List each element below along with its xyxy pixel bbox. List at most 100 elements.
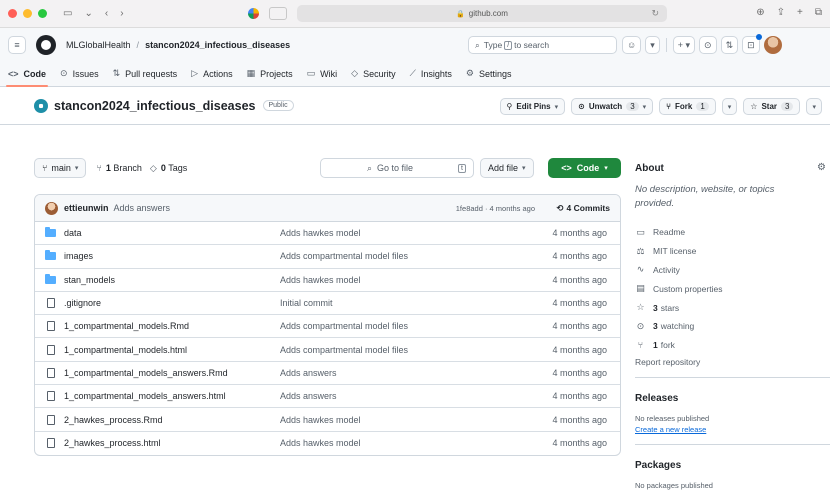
- tab-insights[interactable]: ⟋ Insights: [410, 68, 452, 86]
- add-file-button[interactable]: Add file ▾: [480, 158, 534, 178]
- issues-button[interactable]: ⊙: [699, 36, 717, 54]
- inbox-button[interactable]: ⊡: [742, 34, 762, 54]
- activity-link[interactable]: ∿ Activity: [635, 261, 830, 280]
- edit-pins-button[interactable]: ⚲ Edit Pins ▾: [499, 98, 566, 115]
- tab-security[interactable]: ◇ Security: [351, 68, 395, 86]
- license-link[interactable]: ⚖ MIT license: [635, 242, 830, 261]
- commit-author-avatar[interactable]: [45, 201, 58, 215]
- file-commit-message[interactable]: Adds answers: [280, 391, 337, 401]
- commit-hash[interactable]: 1fe8add · 4 months ago: [456, 204, 535, 213]
- copilot-menu-button[interactable]: ▾: [645, 36, 660, 54]
- search-shortcut-key: /: [504, 40, 513, 50]
- new-tab-icon[interactable]: +: [797, 7, 803, 18]
- go-to-file-input[interactable]: ⌕ Go to file t: [320, 158, 474, 178]
- releases-heading[interactable]: Releases: [635, 388, 830, 410]
- share-icon[interactable]: ⇪: [777, 7, 785, 18]
- file-name[interactable]: .gitignore: [64, 298, 101, 308]
- watchers-link[interactable]: ⊙ 3 watching: [635, 317, 830, 336]
- search-icon: ⌕: [475, 39, 480, 50]
- table-row[interactable]: 2_hawkes_process.Rmd Adds hawkes model 4 m…: [35, 408, 620, 432]
- file-name[interactable]: 1_compartmental_models_answers.Rmd: [64, 368, 228, 378]
- table-row[interactable]: 2_hawkes_process.html Adds hawkes model 4 …: [35, 432, 620, 455]
- tab-group-icon[interactable]: [269, 7, 287, 20]
- file-name[interactable]: stan_models: [64, 275, 115, 285]
- pull-requests-button[interactable]: ⇅: [720, 36, 739, 54]
- custom-properties-link[interactable]: ▤ Custom properties: [635, 279, 830, 298]
- table-row[interactable]: data Adds hawkes model 4 months ago: [35, 222, 620, 246]
- create-new-button[interactable]: + ▾: [672, 36, 696, 54]
- owner-link[interactable]: MLGlobalHealth: [66, 40, 131, 50]
- gear-icon[interactable]: ⚙: [817, 162, 826, 173]
- table-row[interactable]: 1_compartmental_models_answers.Rmd Adds a…: [35, 362, 620, 386]
- report-repository-link[interactable]: Report repository: [635, 357, 830, 367]
- gear-icon: ⚙: [465, 68, 474, 78]
- fork-menu-button[interactable]: ▾: [721, 98, 738, 115]
- forks-link[interactable]: ⑂ 1 fork: [635, 336, 830, 355]
- packages-heading[interactable]: Packages: [635, 455, 830, 477]
- fork-button[interactable]: ⑂ Fork 1: [659, 98, 716, 115]
- tab-projects[interactable]: ▦ Projects: [247, 68, 293, 86]
- address-bar[interactable]: 🔒 github.com ↻: [297, 5, 667, 22]
- menu-icon[interactable]: ≡: [8, 36, 26, 54]
- table-row[interactable]: stan_models Adds hawkes model 4 months ago: [35, 269, 620, 292]
- tab-wiki[interactable]: ▭ Wiki: [307, 68, 338, 86]
- commit-count-link[interactable]: ⟲ 4 Commits: [556, 203, 610, 214]
- zoom-window-button[interactable]: [38, 9, 47, 18]
- commit-author[interactable]: ettieunwin: [64, 203, 109, 213]
- tab-issues[interactable]: ⊙ Issues: [60, 68, 99, 86]
- readme-link[interactable]: ▭ Readme: [635, 223, 830, 242]
- code-button[interactable]: <> Code ▾: [548, 158, 621, 178]
- close-window-button[interactable]: [8, 9, 17, 18]
- file-name[interactable]: 1_compartmental_models.html: [64, 345, 187, 355]
- search-input[interactable]: ⌕ Type / to search: [468, 36, 617, 54]
- tab-code[interactable]: <> Code: [5, 69, 49, 87]
- back-icon[interactable]: ‹: [105, 8, 108, 19]
- star-menu-button[interactable]: ▾: [806, 98, 822, 115]
- file-name[interactable]: images: [64, 251, 93, 261]
- file-commit-message[interactable]: Adds compartmental model files: [280, 345, 408, 355]
- reload-icon[interactable]: ↻: [651, 8, 659, 19]
- download-icon[interactable]: ⊕: [756, 7, 764, 18]
- tags-link[interactable]: 0 Tags: [161, 163, 187, 173]
- sidebar-toggle-icon[interactable]: ▭: [63, 8, 72, 19]
- file-name[interactable]: 1_compartmental_models.Rmd: [64, 321, 189, 331]
- table-row[interactable]: .gitignore Initial commit 4 months ago: [35, 292, 620, 316]
- file-commit-message[interactable]: Adds answers: [280, 368, 337, 378]
- file-commit-message[interactable]: Initial commit: [280, 298, 333, 308]
- commit-message[interactable]: Adds answers: [114, 203, 171, 213]
- code-icon: <>: [561, 163, 572, 173]
- stars-link[interactable]: ☆ 3 stars: [635, 298, 830, 317]
- tab-pull-requests[interactable]: ⇅ Pull requests: [113, 68, 178, 86]
- user-avatar[interactable]: [763, 36, 782, 54]
- table-row[interactable]: 1_compartmental_models_answers.html Adds …: [35, 385, 620, 409]
- file-name[interactable]: data: [64, 228, 82, 238]
- forward-icon[interactable]: ›: [120, 8, 123, 19]
- star-button[interactable]: ☆ Star 3: [743, 98, 801, 115]
- tab-overview-icon[interactable]: ⧉: [815, 7, 822, 18]
- table-row[interactable]: 1_compartmental_models.html Adds compartm…: [35, 338, 620, 362]
- copilot-button[interactable]: ☺: [622, 36, 642, 54]
- branch-select[interactable]: ⑂ main ▾: [34, 158, 87, 178]
- file-name[interactable]: 2_hawkes_process.Rmd: [64, 415, 163, 425]
- table-row[interactable]: 1_compartmental_models.Rmd Adds compartme…: [35, 315, 620, 339]
- file-commit-message[interactable]: Adds compartmental model files: [280, 251, 408, 261]
- tab-favicon-icon[interactable]: [248, 8, 259, 19]
- file-commit-message[interactable]: Adds hawkes model: [280, 275, 361, 285]
- unwatch-button[interactable]: ⊙ Unwatch 3 ▾: [571, 98, 654, 115]
- create-release-link[interactable]: Create a new release: [635, 425, 830, 434]
- tab-settings[interactable]: ⚙ Settings: [466, 68, 512, 86]
- tab-actions[interactable]: ▷ Actions: [191, 68, 232, 86]
- file-name[interactable]: 1_compartmental_models_answers.html: [64, 391, 226, 401]
- file-commit-message[interactable]: Adds hawkes model: [280, 438, 361, 448]
- file-commit-message[interactable]: Adds hawkes model: [280, 228, 361, 238]
- github-logo-icon[interactable]: [36, 35, 56, 55]
- repo-title[interactable]: stancon2024_infectious_diseases: [54, 99, 256, 113]
- repo-link[interactable]: stancon2024_infectious_diseases: [145, 40, 290, 50]
- chevron-down-icon[interactable]: ⌄: [84, 8, 92, 19]
- file-commit-message[interactable]: Adds hawkes model: [280, 415, 361, 425]
- table-row[interactable]: images Adds compartmental model files 4 mo…: [35, 245, 620, 269]
- branches-link[interactable]: 1 Branch: [106, 163, 142, 173]
- minimize-window-button[interactable]: [23, 9, 32, 18]
- file-commit-message[interactable]: Adds compartmental model files: [280, 321, 408, 331]
- file-name[interactable]: 2_hawkes_process.html: [64, 438, 161, 448]
